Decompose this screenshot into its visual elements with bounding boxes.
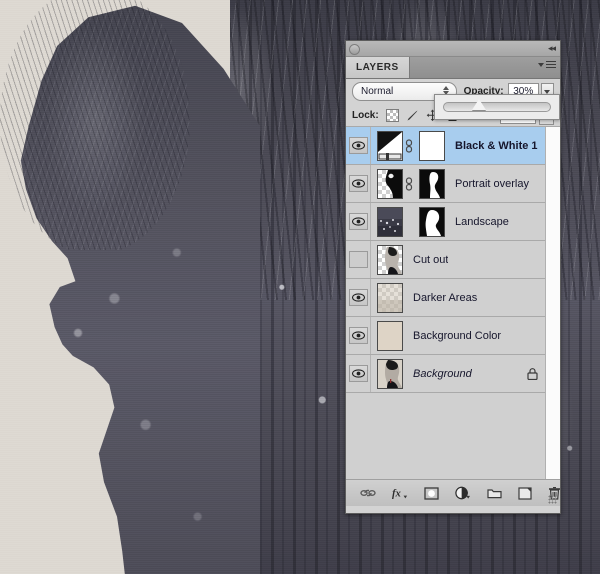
- svg-text:fx: fx: [392, 489, 402, 500]
- blend-mode-value: Normal: [361, 86, 394, 97]
- layer-thumbnail-forest-photo[interactable]: [377, 206, 403, 237]
- layer-thumbnail-portrait-photo[interactable]: [377, 358, 403, 389]
- panel-menu-lines-icon: [546, 61, 556, 68]
- screenshot-root: ◂◂ LAYERS Normal Opacity: 30% Lock: Blac…: [0, 0, 600, 574]
- eye-icon[interactable]: [348, 289, 368, 306]
- new-adjustment-layer-icon[interactable]: [455, 485, 471, 501]
- link-layers-icon[interactable]: [360, 485, 376, 501]
- new-group-icon[interactable]: [487, 485, 502, 501]
- layers-scrollbar[interactable]: [545, 127, 560, 479]
- layers-panel[interactable]: ◂◂ LAYERS Normal Opacity: 30% Lock: Blac…: [345, 40, 561, 514]
- chevron-down-icon: [544, 89, 551, 94]
- layer-name[interactable]: Black & White 1: [455, 140, 538, 152]
- layer-thumbnail-portrait-cutout[interactable]: [377, 244, 403, 275]
- layer-visibility-toggle[interactable]: [346, 127, 371, 164]
- layer-row-landscape[interactable]: Landscape: [346, 203, 560, 241]
- new-layer-icon[interactable]: [518, 485, 532, 501]
- eye-icon-hidden[interactable]: [348, 251, 368, 268]
- resize-grip[interactable]: [548, 495, 557, 504]
- layer-link-icon[interactable]: [403, 138, 415, 153]
- opacity-slider-popup[interactable]: [434, 94, 560, 120]
- tab-layers-label: LAYERS: [356, 62, 399, 73]
- layer-thumbnail-darker-areas[interactable]: [377, 282, 403, 313]
- layer-row-background[interactable]: Background: [346, 355, 560, 393]
- layer-visibility-toggle[interactable]: [346, 279, 371, 316]
- layer-visibility-toggle[interactable]: [346, 241, 371, 278]
- layer-thumbnail-portrait-silhouette[interactable]: [377, 168, 403, 199]
- panel-titlebar[interactable]: ◂◂: [346, 41, 560, 57]
- opacity-slider-thumb[interactable]: [472, 99, 486, 110]
- layer-name[interactable]: Background Color: [413, 330, 501, 342]
- layer-visibility-toggle[interactable]: [346, 165, 371, 202]
- layer-mask-thumbnail-head[interactable]: [419, 206, 445, 237]
- window-dot-icon[interactable]: [349, 44, 360, 55]
- collapse-panel-icon[interactable]: ◂◂: [548, 43, 556, 53]
- layer-visibility-toggle[interactable]: [346, 317, 371, 354]
- layer-row-portrait-overlay[interactable]: Portrait overlay: [346, 165, 560, 203]
- layer-name[interactable]: Cut out: [413, 254, 448, 266]
- layer-name[interactable]: Background: [413, 368, 472, 380]
- layer-mask-thumbnail-portrait[interactable]: [419, 168, 445, 199]
- layer-link-icon[interactable]: [403, 176, 415, 191]
- layer-row-darker-areas[interactable]: Darker Areas: [346, 279, 560, 317]
- panel-tab-row[interactable]: LAYERS: [346, 57, 560, 79]
- layer-name[interactable]: Darker Areas: [413, 292, 477, 304]
- layer-locked-icon: [527, 368, 538, 383]
- add-layer-mask-icon[interactable]: [424, 485, 439, 501]
- tab-layers[interactable]: LAYERS: [346, 57, 410, 78]
- layer-mask-thumbnail-white[interactable]: [419, 130, 445, 161]
- layers-list[interactable]: Black & White 1 Portrait overlay Landsca…: [346, 127, 560, 480]
- panel-menu-triangle-icon: [538, 62, 544, 67]
- layers-panel-footer[interactable]: fx: [346, 480, 560, 506]
- eye-icon[interactable]: [348, 365, 368, 382]
- layer-thumbnail-solid-beige[interactable]: [377, 320, 403, 351]
- panel-menu-icon[interactable]: [538, 61, 556, 68]
- layer-visibility-toggle[interactable]: [346, 355, 371, 392]
- layer-row-background-color[interactable]: Background Color: [346, 317, 560, 355]
- layer-thumbnail-adjustment-black-white[interactable]: [377, 130, 403, 161]
- lock-transparency-icon[interactable]: [385, 108, 399, 122]
- layer-visibility-toggle[interactable]: [346, 203, 371, 240]
- layer-row-cut-out[interactable]: Cut out: [346, 241, 560, 279]
- eye-icon[interactable]: [348, 327, 368, 344]
- lock-label: Lock:: [352, 109, 379, 121]
- layer-name[interactable]: Landscape: [455, 216, 509, 228]
- layer-name[interactable]: Portrait overlay: [455, 178, 529, 190]
- eye-icon[interactable]: [348, 213, 368, 230]
- lock-paint-icon[interactable]: [406, 109, 419, 122]
- layer-row-black-and-white[interactable]: Black & White 1: [346, 127, 560, 165]
- layer-style-fx-icon[interactable]: fx: [392, 485, 408, 501]
- eye-icon[interactable]: [348, 137, 368, 154]
- eye-icon[interactable]: [348, 175, 368, 192]
- opacity-slider-track[interactable]: [443, 99, 551, 112]
